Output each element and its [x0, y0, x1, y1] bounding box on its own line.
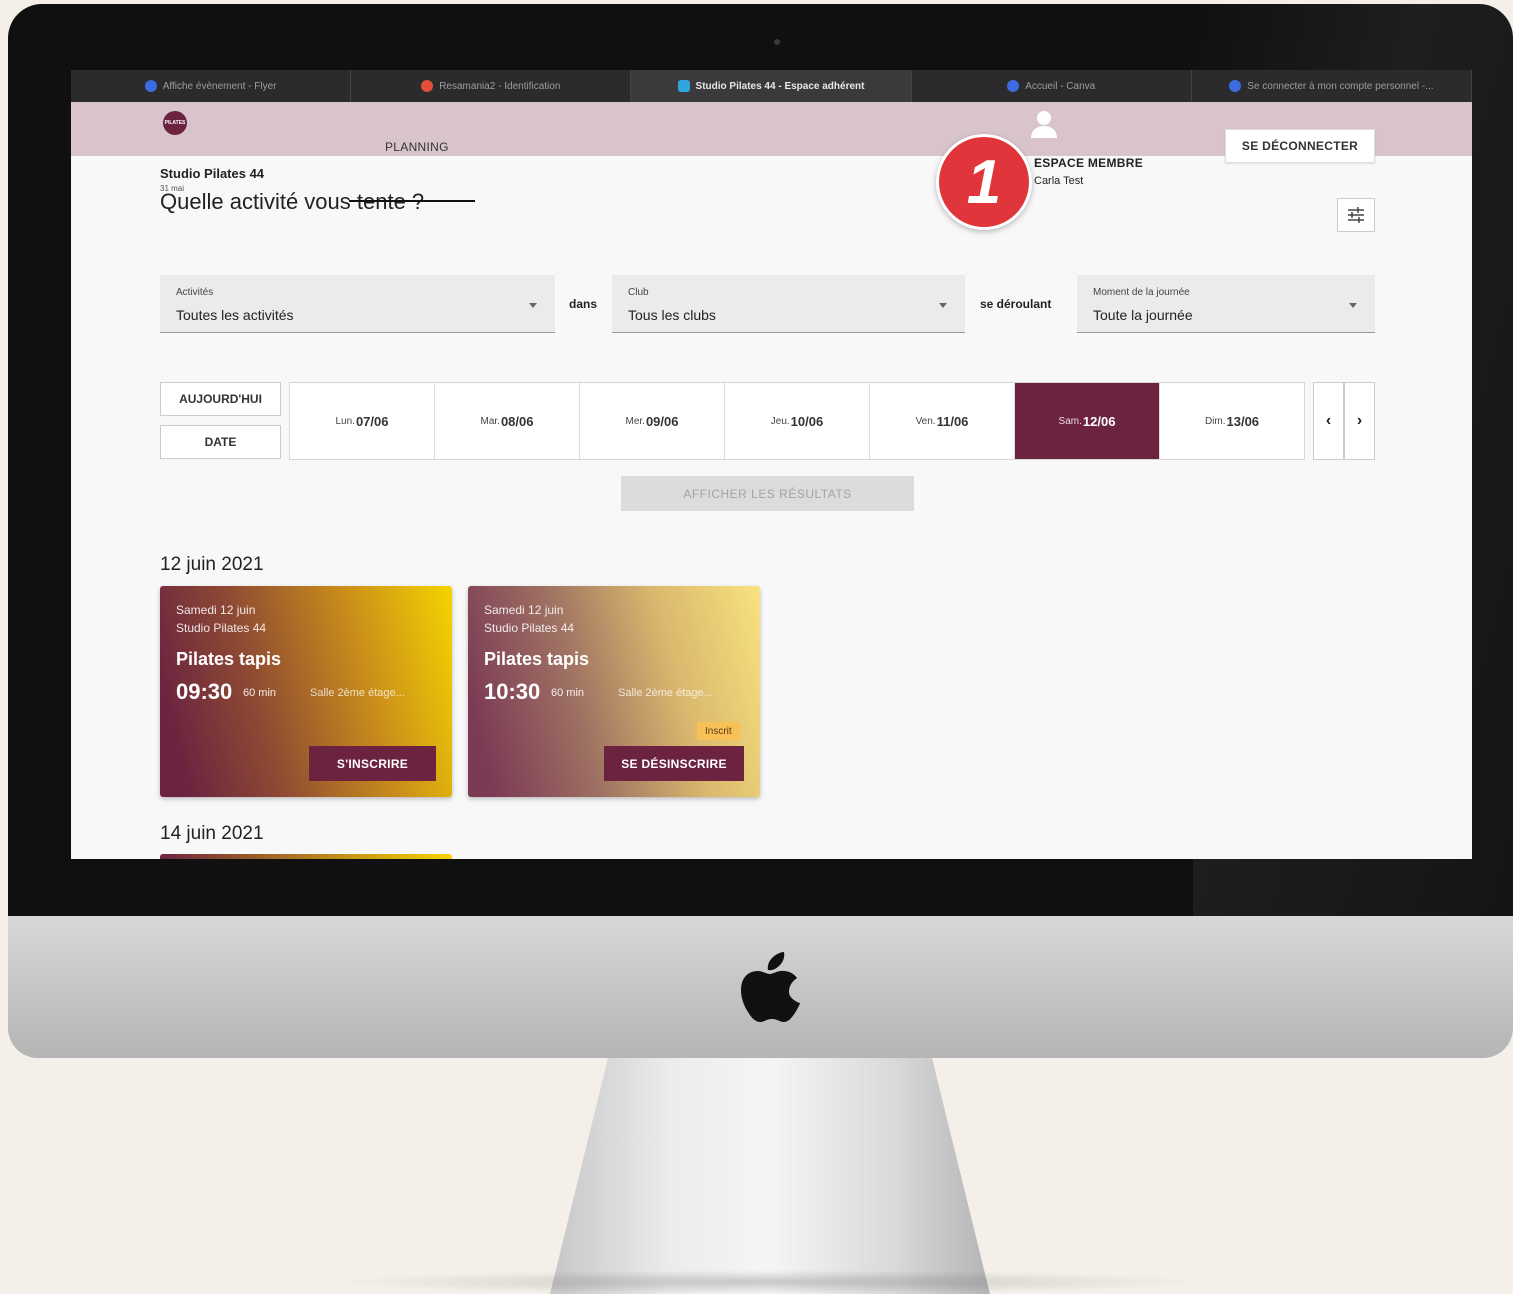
- imac-stand: [550, 1058, 990, 1294]
- browser-tab[interactable]: Affiche évènement - Flyer: [71, 70, 352, 102]
- sliders-icon: [1348, 207, 1364, 223]
- day-prefix: Sam.: [1058, 415, 1082, 427]
- date-heading: 12 juin 2021: [160, 554, 264, 575]
- filter-settings-button[interactable]: [1337, 198, 1375, 232]
- date-heading: 14 juin 2021: [160, 823, 264, 844]
- day-prefix: Lun.: [335, 415, 355, 427]
- tab-label: Studio Pilates 44 - Espace adhérent: [695, 80, 865, 92]
- card-duration: 60 min: [243, 687, 277, 699]
- course-card-partial[interactable]: [160, 854, 452, 859]
- member-space-title[interactable]: ESPACE MEMBRE: [1034, 156, 1143, 170]
- course-card[interactable]: Samedi 12 juin Studio Pilates 44 Pilates…: [160, 586, 452, 797]
- day-prefix: Ven.: [915, 415, 936, 427]
- date-button[interactable]: DATE: [160, 425, 281, 459]
- day-prefix: Mar.: [480, 415, 500, 427]
- chevron-left-icon[interactable]: ‹: [1313, 382, 1344, 460]
- day-button[interactable]: Dim. 13/06: [1160, 383, 1304, 459]
- logo-text: PILATES: [164, 120, 186, 126]
- day-button[interactable]: Mar. 08/06: [435, 383, 580, 459]
- day-date: 09/06: [645, 413, 679, 429]
- day-date: 13/06: [1226, 413, 1260, 429]
- day-prefix: Jeu.: [770, 415, 790, 427]
- joiner-se-deroulant: se déroulant: [980, 297, 1052, 311]
- browser-tabbar: Affiche évènement - Flyer Resamania2 - I…: [71, 70, 1472, 102]
- studio-logo[interactable]: PILATES: [163, 111, 187, 135]
- canva-icon: [1229, 80, 1242, 92]
- card-room: Salle 2ème étage...: [310, 687, 405, 699]
- nav-planning[interactable]: PLANNING: [385, 140, 449, 154]
- user-avatar-icon[interactable]: [1029, 108, 1059, 138]
- day-date: 07/06: [355, 413, 389, 429]
- gear-icon: [421, 80, 434, 92]
- day-button[interactable]: Jeu. 10/06: [725, 383, 870, 459]
- day-prefix: Dim.: [1204, 415, 1226, 427]
- studio-icon: [677, 80, 690, 92]
- select-value: Toute la journée: [1093, 307, 1193, 323]
- card-day: Samedi 12 juin: [176, 603, 256, 617]
- day-date: 08/06: [500, 413, 534, 429]
- tab-label: Affiche évènement - Flyer: [162, 80, 277, 92]
- moment-select[interactable]: Moment de la journée Toute la journée: [1077, 275, 1375, 333]
- day-prefix: Mer.: [625, 415, 645, 427]
- strike-annotation: [349, 200, 475, 202]
- select-label: Club: [628, 287, 649, 298]
- studio-name: Studio Pilates 44: [160, 166, 265, 181]
- card-course-name: Pilates tapis: [176, 649, 282, 669]
- browser-tab[interactable]: Accueil - Canva: [912, 70, 1192, 102]
- day-button-selected[interactable]: Sam. 12/06: [1015, 383, 1160, 459]
- club-select[interactable]: Club Tous les clubs: [612, 275, 965, 333]
- canva-icon: [144, 80, 157, 92]
- browser-tab-active[interactable]: Studio Pilates 44 - Espace adhérent: [631, 70, 912, 102]
- dropdown-arrow-icon: [529, 303, 537, 308]
- select-label: Activités: [176, 287, 214, 298]
- browser-tab[interactable]: Se connecter à mon compte personnel -...: [1192, 70, 1472, 102]
- stand-shadow: [330, 1270, 1210, 1294]
- camera: [774, 39, 780, 45]
- browser-tab[interactable]: Resamania2 - Identification: [351, 70, 632, 102]
- joiner-dans: dans: [569, 297, 598, 311]
- logout-button[interactable]: SE DÉCONNECTER: [1225, 129, 1375, 163]
- select-value: Tous les clubs: [628, 307, 716, 323]
- apple-logo-icon: [741, 952, 800, 1022]
- unregister-button[interactable]: SE DÉSINSCRIRE: [604, 746, 744, 781]
- show-results-button[interactable]: AFFICHER LES RÉSULTATS: [621, 476, 914, 511]
- day-date: 11/06: [936, 413, 969, 429]
- registered-badge: Inscrit: [697, 722, 740, 740]
- register-button[interactable]: S'INSCRIRE: [309, 746, 436, 781]
- dropdown-arrow-icon: [939, 303, 947, 308]
- chevron-right-icon[interactable]: ›: [1344, 382, 1375, 460]
- card-studio: Studio Pilates 44: [484, 621, 575, 635]
- tab-label: Accueil - Canva: [1025, 80, 1096, 92]
- tab-label: Se connecter à mon compte personnel -...: [1247, 80, 1434, 92]
- canva-icon: [1007, 80, 1020, 92]
- day-button[interactable]: Ven. 11/06: [870, 383, 1015, 459]
- card-duration: 60 min: [551, 687, 585, 699]
- card-time: 10:30: [484, 679, 541, 704]
- day-button[interactable]: Mer. 09/06: [580, 383, 725, 459]
- select-label: Moment de la journée: [1093, 287, 1190, 298]
- dropdown-arrow-icon: [1349, 303, 1357, 308]
- day-date: 10/06: [790, 413, 824, 429]
- today-button[interactable]: AUJOURD'HUI: [160, 382, 281, 416]
- card-course-name: Pilates tapis: [484, 649, 590, 669]
- day-date: 12/06: [1082, 413, 1116, 429]
- activities-select[interactable]: Activités Toutes les activités: [160, 275, 555, 333]
- card-room: Salle 2ème étage...: [618, 687, 713, 699]
- card-studio: Studio Pilates 44: [176, 621, 267, 635]
- tab-label: Resamania2 - Identification: [439, 80, 561, 92]
- card-time: 09:30: [176, 679, 233, 704]
- day-button[interactable]: Lun. 07/06: [290, 383, 435, 459]
- page-title: Quelle activité vous tente ?: [160, 189, 425, 214]
- day-strip: Lun. 07/06 Mar. 08/06 Mer. 09/06 Jeu. 10/06 …: [289, 382, 1305, 460]
- card-day: Samedi 12 juin: [484, 603, 564, 617]
- step-number-badge: 1: [936, 134, 1032, 230]
- screen: Affiche évènement - Flyer Resamania2 - I…: [71, 70, 1472, 859]
- course-card[interactable]: Samedi 12 juin Studio Pilates 44 Pilates…: [468, 586, 760, 797]
- member-name: Carla Test: [1034, 175, 1084, 187]
- select-value: Toutes les activités: [176, 307, 294, 323]
